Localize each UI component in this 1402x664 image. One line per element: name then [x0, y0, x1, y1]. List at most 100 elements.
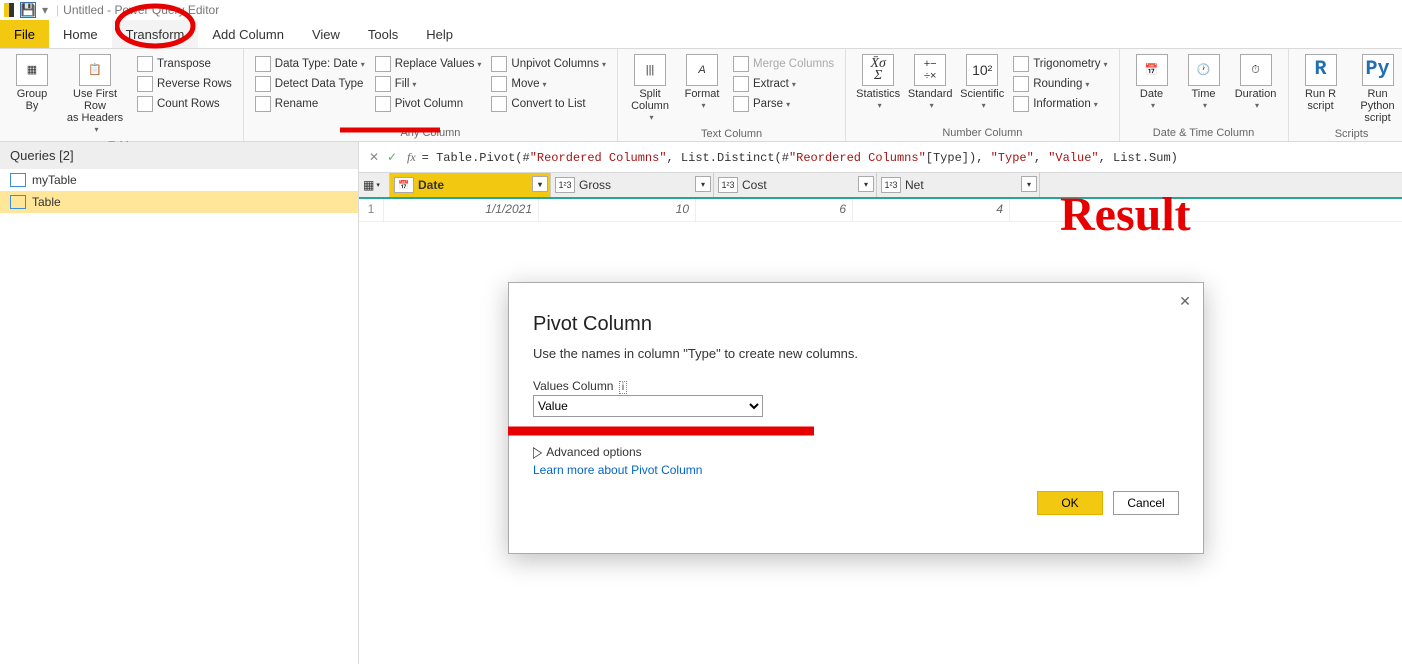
column-filter-icon[interactable]: ▾ [695, 176, 711, 192]
rename-icon [255, 96, 271, 112]
column-filter-icon[interactable]: ▾ [532, 176, 548, 192]
time-icon: 🕐 [1188, 54, 1220, 86]
parse-button[interactable]: Parse▾ [730, 94, 837, 114]
tab-file[interactable]: File [0, 20, 49, 48]
values-column-label: Values Column i [533, 379, 1179, 393]
formula-cancel-icon[interactable]: ✕ [365, 148, 383, 166]
formula-bar: ✕ ✓ fx = Table.Pivot(#"Reordered Columns… [359, 142, 1402, 173]
tab-view[interactable]: View [298, 20, 354, 48]
rounding-button[interactable]: Rounding▾ [1010, 74, 1110, 94]
group-label-any-column: Any Column [400, 125, 460, 141]
pivot-column-icon [375, 96, 391, 112]
parse-icon [733, 96, 749, 112]
unpivot-columns-button[interactable]: Unpivot Columns▾ [488, 54, 609, 74]
data-type-icon [255, 56, 271, 72]
tab-tools[interactable]: Tools [354, 20, 412, 48]
trigonometry-button[interactable]: Trigonometry▾ [1010, 54, 1110, 74]
ok-button[interactable]: OK [1037, 491, 1103, 515]
time-button[interactable]: 🕐 Time▾ [1178, 52, 1230, 125]
standard-button[interactable]: +−÷× Standard▾ [904, 52, 956, 125]
detect-data-type-button[interactable]: Detect Data Type [252, 74, 368, 94]
column-header-cost[interactable]: 1²3 Cost ▾ [714, 173, 877, 197]
use-first-row-button[interactable]: 📋 Use First Row as Headers▾ [58, 52, 132, 138]
r-icon: R [1305, 54, 1337, 86]
cell-net[interactable]: 4 [853, 199, 1010, 221]
date-type-icon: 📅 [394, 177, 414, 193]
format-button[interactable]: A Format▾ [676, 52, 728, 126]
query-item-table[interactable]: Table [0, 191, 358, 213]
title-bar: 💾 ▾ | Untitled - Power Query Editor [0, 0, 1402, 20]
information-button[interactable]: Information▾ [1010, 94, 1110, 114]
column-header-net[interactable]: 1²3 Net ▾ [877, 173, 1040, 197]
ribbon-group-table: ▦ Group By 📋 Use First Row as Headers▾ T… [0, 49, 244, 141]
data-type-button[interactable]: Data Type: Date▾ [252, 54, 368, 74]
group-by-button[interactable]: ▦ Group By [6, 52, 58, 138]
column-header-gross[interactable]: 1²3 Gross ▾ [551, 173, 714, 197]
scientific-button[interactable]: 10² Scientific▾ [956, 52, 1008, 125]
extract-icon [733, 76, 749, 92]
replace-values-icon [375, 56, 391, 72]
tab-transform[interactable]: Transform [112, 20, 199, 48]
info-icon[interactable]: i [619, 381, 627, 394]
column-header-date[interactable]: 📅 Date ▾ [390, 173, 551, 197]
split-column-button[interactable]: ||| Split Column▾ [624, 52, 676, 126]
statistics-button[interactable]: X̄σΣ Statistics▾ [852, 52, 904, 125]
cell-cost[interactable]: 6 [696, 199, 853, 221]
standard-icon: +−÷× [914, 54, 946, 86]
app-logo-icon [4, 3, 14, 17]
values-column-select[interactable]: Value [533, 395, 763, 417]
formula-input[interactable]: = Table.Pivot(#"Reordered Columns", List… [422, 150, 1396, 165]
move-button[interactable]: Move▾ [488, 74, 609, 94]
merge-columns-icon [733, 56, 749, 72]
grid-corner[interactable]: ▦▾ [359, 173, 390, 197]
rounding-icon [1013, 76, 1029, 92]
count-rows-button[interactable]: Count Rows [134, 94, 235, 114]
cell-gross[interactable]: 10 [539, 199, 696, 221]
grid-header: ▦▾ 📅 Date ▾ 1²3 Gross ▾ 1²3 Cost ▾ 1 [359, 173, 1402, 199]
ribbon-group-scripts: R Run R script Py Run Python script Scri… [1289, 49, 1402, 141]
fill-icon [375, 76, 391, 92]
dialog-description: Use the names in column "Type" to create… [533, 346, 1179, 361]
formula-accept-icon[interactable]: ✓ [383, 148, 401, 166]
merge-columns-button[interactable]: Merge Columns [730, 54, 837, 74]
tab-home[interactable]: Home [49, 20, 112, 48]
cancel-button[interactable]: Cancel [1113, 491, 1179, 515]
pivot-column-button[interactable]: Pivot Column [372, 94, 485, 114]
column-filter-icon[interactable]: ▾ [1021, 176, 1037, 192]
duration-icon: ⏱ [1240, 54, 1272, 86]
transpose-icon [137, 56, 153, 72]
fx-icon[interactable]: fx [407, 150, 416, 165]
information-icon [1013, 96, 1029, 112]
row-index: 1 [359, 199, 384, 221]
run-r-button[interactable]: R Run R script [1295, 52, 1347, 126]
transpose-button[interactable]: Transpose [134, 54, 235, 74]
duration-button[interactable]: ⏱ Duration▾ [1230, 52, 1282, 125]
trigonometry-icon [1013, 56, 1029, 72]
learn-more-link[interactable]: Learn more about Pivot Column [533, 463, 1179, 477]
column-filter-icon[interactable]: ▾ [858, 176, 874, 192]
fill-button[interactable]: Fill▾ [372, 74, 485, 94]
tab-add-column[interactable]: Add Column [198, 20, 298, 48]
group-by-icon: ▦ [16, 54, 48, 86]
rename-button[interactable]: Rename [252, 94, 368, 114]
date-button[interactable]: 📅 Date▾ [1126, 52, 1178, 125]
queries-pane: Queries [2] myTable Table [0, 142, 359, 664]
convert-to-list-button[interactable]: Convert to List [488, 94, 609, 114]
save-icon[interactable]: 💾 [20, 2, 36, 18]
cell-date[interactable]: 1/1/2021 [384, 199, 539, 221]
scientific-icon: 10² [966, 54, 998, 86]
table-icon [10, 173, 26, 187]
reverse-rows-button[interactable]: Reverse Rows [134, 74, 235, 94]
number-type-icon: 1²3 [881, 177, 901, 193]
ribbon: ▦ Group By 📋 Use First Row as Headers▾ T… [0, 49, 1402, 142]
tab-help[interactable]: Help [412, 20, 467, 48]
dialog-close-icon[interactable]: ✕ [1175, 291, 1195, 311]
table-row[interactable]: 1 1/1/2021 10 6 4 [359, 199, 1402, 222]
run-python-button[interactable]: Py Run Python script [1347, 52, 1402, 126]
replace-values-button[interactable]: Replace Values▾ [372, 54, 485, 74]
extract-button[interactable]: Extract▾ [730, 74, 837, 94]
pivot-column-dialog: ✕ Pivot Column Use the names in column "… [508, 282, 1204, 554]
advanced-options-toggle[interactable]: ▷Advanced options [533, 445, 1179, 459]
query-item-mytable[interactable]: myTable [0, 169, 358, 191]
qat-dropdown-icon[interactable]: ▾ [42, 3, 48, 17]
